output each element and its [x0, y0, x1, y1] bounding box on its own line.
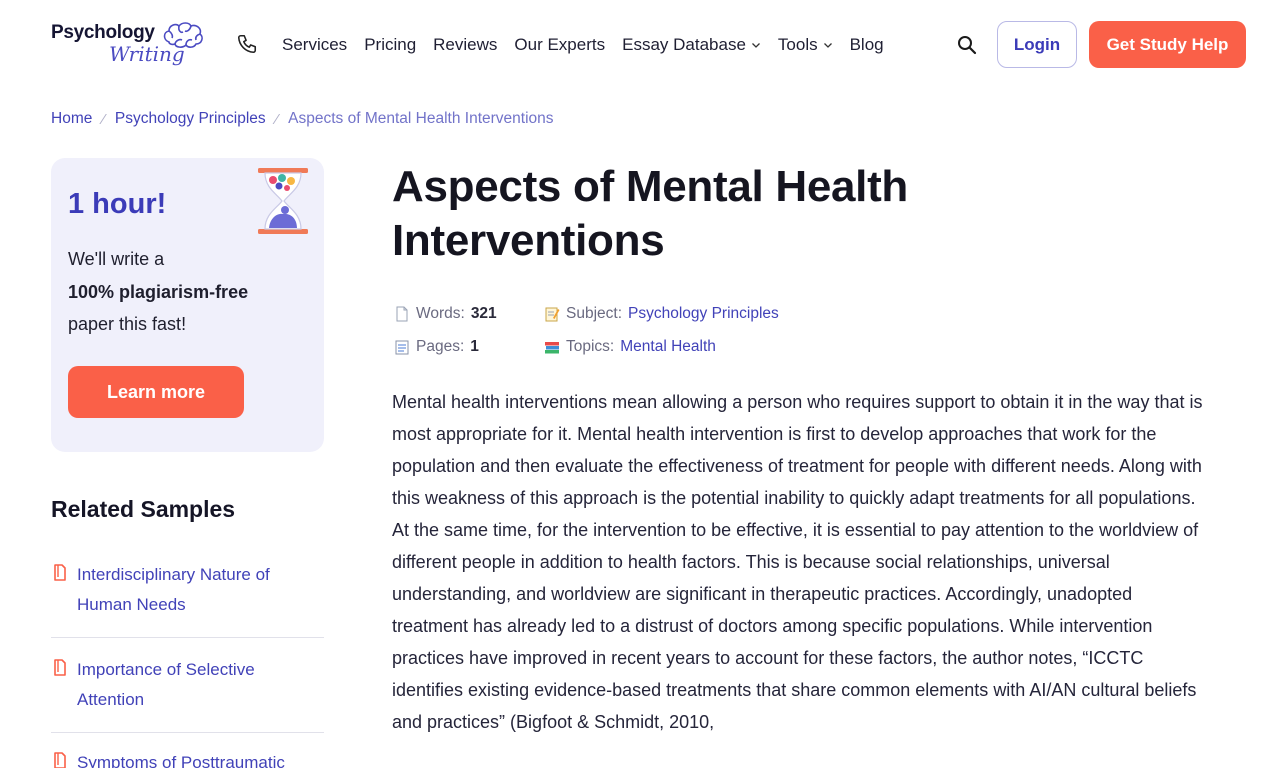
books-icon — [545, 342, 559, 354]
pages-label: Pages: — [416, 338, 465, 355]
nav-pricing-label: Pricing — [364, 35, 417, 54]
breadcrumb-separator: ⁄ — [275, 110, 279, 128]
document-icon — [54, 564, 66, 581]
nav-essay-database[interactable]: Essay Database — [622, 34, 761, 56]
site-header: Psychology Writing Services Pricing Revi… — [0, 0, 1280, 90]
nav-our-experts[interactable]: Our Experts — [514, 34, 605, 56]
meta-topics: Topics: Mental Health — [544, 338, 716, 356]
promo-line-1: We'll write a — [68, 249, 165, 269]
breadcrumb-category[interactable]: Psychology Principles — [115, 110, 266, 128]
divider — [51, 732, 324, 733]
words-value: 321 — [470, 305, 497, 322]
breadcrumb-current: Aspects of Mental Health Interventions — [288, 110, 554, 127]
breadcrumb-home[interactable]: Home — [51, 110, 92, 128]
nav-tools-label: Tools — [777, 35, 818, 54]
phone-icon[interactable] — [236, 33, 258, 55]
promo-title: 1 hour! — [68, 188, 167, 220]
search-icon[interactable] — [957, 35, 977, 55]
words-label: Words: — [416, 305, 465, 322]
nav-reviews[interactable]: Reviews — [433, 34, 497, 56]
chevron-down-icon — [751, 43, 760, 48]
get-study-help-button[interactable]: Get Study Help — [1089, 21, 1246, 68]
page-icon — [396, 306, 408, 322]
meta-pages: Pages: 1 — [394, 338, 479, 356]
hourglass-icon — [258, 168, 308, 234]
login-button[interactable]: Login — [997, 21, 1077, 68]
related-samples-title: Related Samples — [51, 496, 236, 522]
chevron-down-icon — [823, 43, 832, 48]
related-item-label: Interdisciplinary Nature of Human Needs — [77, 565, 270, 614]
brain-icon — [163, 22, 203, 48]
nav-services[interactable]: Services — [282, 34, 347, 56]
nav-pricing[interactable]: Pricing — [364, 34, 416, 56]
promo-line-3: paper this fast! — [68, 314, 187, 334]
nav-services-label: Services — [282, 35, 348, 54]
main-nav: Services Pricing Reviews Our Experts Ess… — [282, 34, 901, 56]
nav-essay-database-label: Essay Database — [622, 35, 746, 54]
meta-words: Words: 321 — [394, 305, 497, 323]
site-logo[interactable]: Psychology Writing — [51, 20, 207, 70]
breadcrumb: Home ⁄ Psychology Principles ⁄ Aspects o… — [51, 110, 554, 128]
divider — [51, 637, 324, 638]
promo-card: 1 hour! We'll write a 100% plagiarism-fr… — [51, 158, 324, 452]
memo-icon — [545, 307, 560, 322]
topics-link[interactable]: Mental Health — [620, 338, 716, 356]
nav-our-experts-label: Our Experts — [514, 35, 606, 54]
pages-value: 1 — [470, 338, 479, 355]
topics-label: Topics: — [566, 338, 615, 355]
logo-line-1: Psychology — [51, 22, 155, 43]
pages-icon — [395, 340, 409, 355]
related-item-label: Symptoms of Posttraumatic — [77, 753, 285, 768]
learn-more-button[interactable]: Learn more — [68, 366, 244, 418]
nav-tools[interactable]: Tools — [778, 34, 833, 56]
promo-line-2: 100% plagiarism-free — [68, 282, 249, 302]
article-title: Aspects of Mental Health Interventions — [392, 162, 909, 265]
subject-label: Subject: — [566, 305, 623, 322]
nav-reviews-label: Reviews — [433, 35, 498, 54]
meta-subject: Subject: Psychology Principles — [544, 305, 779, 323]
subject-link[interactable]: Psychology Principles — [628, 305, 779, 323]
document-icon — [54, 659, 66, 676]
nav-blog-label: Blog — [849, 35, 884, 54]
article-body: Mental health interventions mean allowin… — [392, 392, 1203, 732]
related-item-label: Importance of Selective Attention — [77, 660, 255, 709]
document-icon — [54, 752, 66, 768]
nav-blog[interactable]: Blog — [850, 34, 884, 56]
breadcrumb-separator: ⁄ — [102, 110, 105, 128]
